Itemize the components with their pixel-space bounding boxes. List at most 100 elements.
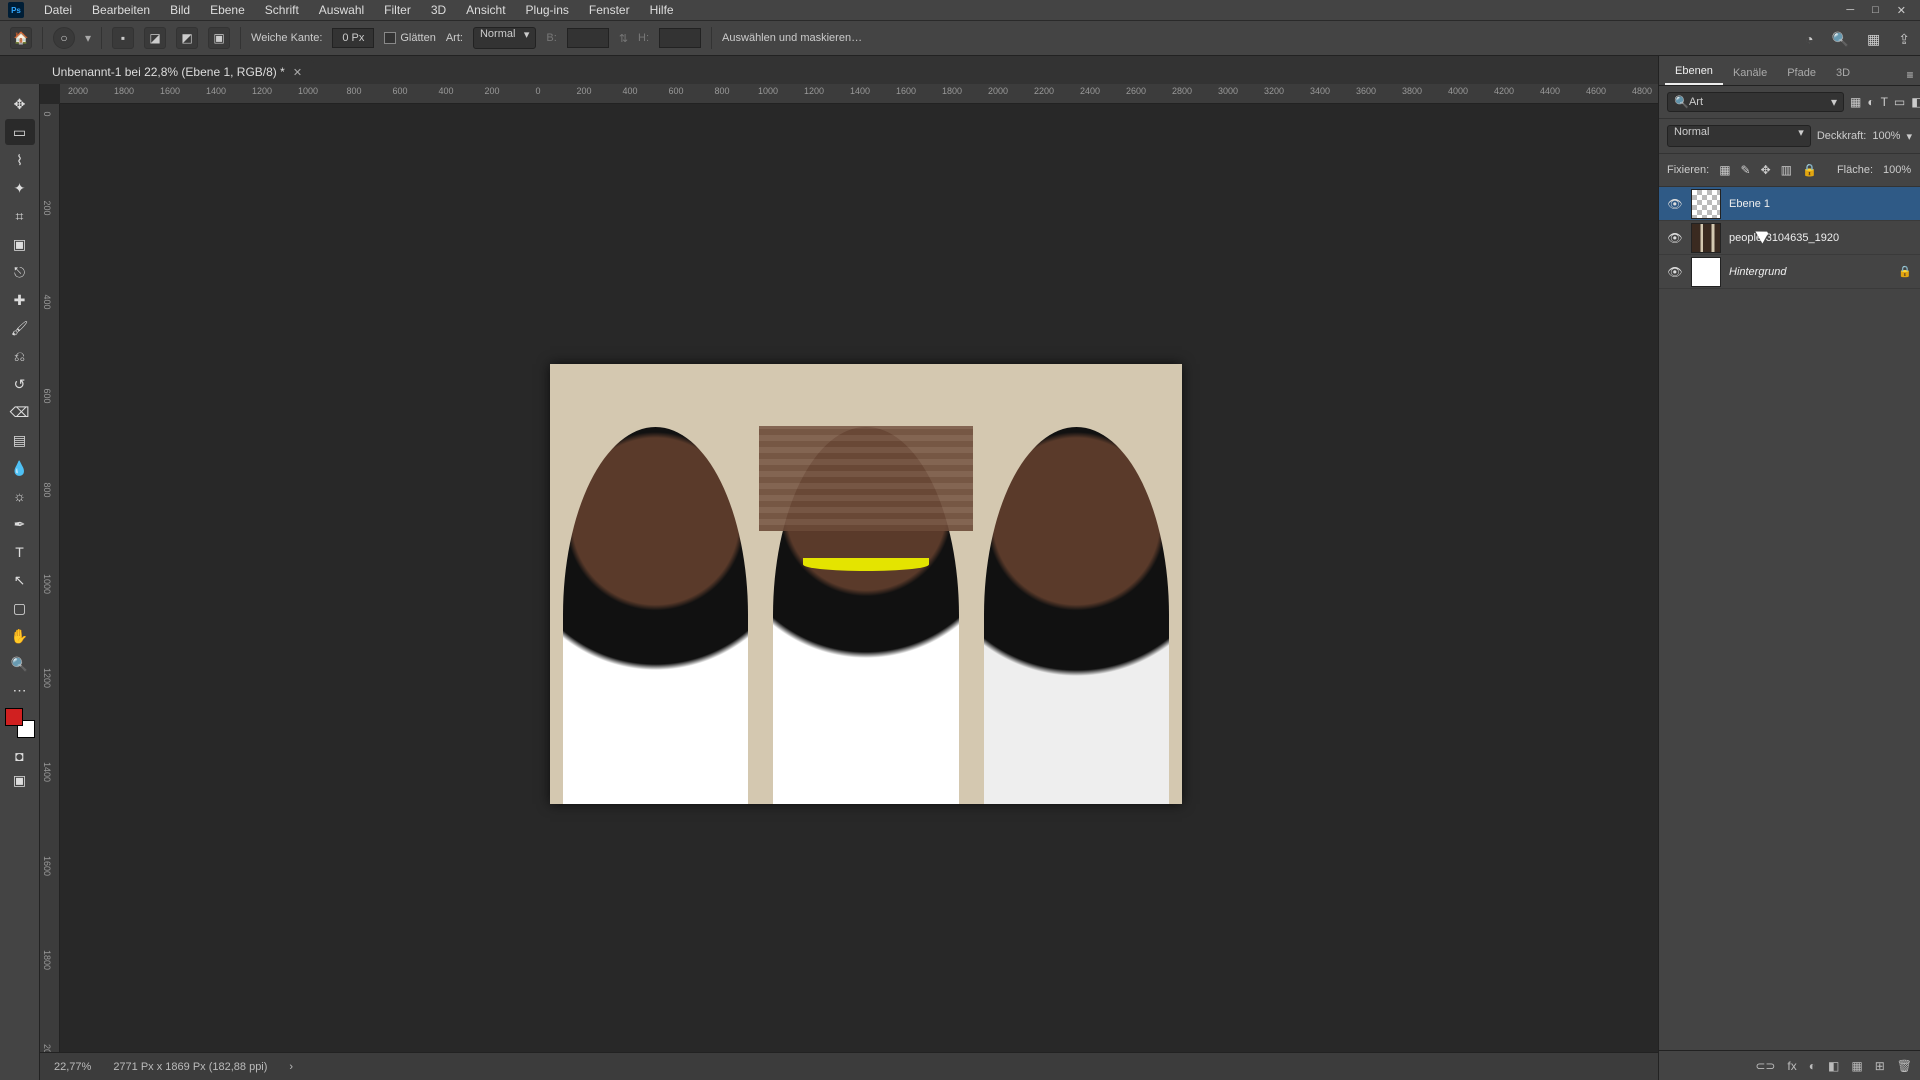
blend-mode-select[interactable]: Normal▾ bbox=[1667, 125, 1811, 147]
tab-pfade[interactable]: Pfade bbox=[1777, 61, 1826, 85]
hand-tool[interactable]: ✋ bbox=[5, 623, 35, 649]
add-selection-button[interactable]: ◪ bbox=[144, 27, 166, 49]
feather-input[interactable] bbox=[332, 28, 374, 48]
status-caret-icon[interactable]: › bbox=[289, 1061, 293, 1073]
select-and-mask-link[interactable]: Auswählen und maskieren… bbox=[722, 32, 862, 44]
lasso-tool[interactable]: ⌇ bbox=[5, 147, 35, 173]
menu-ebene[interactable]: Ebene bbox=[200, 3, 255, 17]
antialias-option[interactable]: Glätten bbox=[384, 32, 435, 44]
history-brush-tool[interactable]: ↺ bbox=[5, 371, 35, 397]
document-tab[interactable]: Unbenannt-1 bei 22,8% (Ebene 1, RGB/8) *… bbox=[40, 60, 314, 84]
panel-menu-icon[interactable]: ≡ bbox=[1900, 65, 1920, 85]
filter-smart-icon[interactable]: ◧ bbox=[1911, 92, 1920, 112]
menu-fenster[interactable]: Fenster bbox=[579, 3, 640, 17]
foreground-background-swatch[interactable] bbox=[5, 708, 35, 738]
filter-adjust-icon[interactable]: ◐ bbox=[1867, 92, 1874, 112]
cloud-docs-icon[interactable]: ◔ bbox=[1805, 31, 1813, 47]
opacity-value[interactable]: 100% bbox=[1872, 130, 1900, 142]
frame-tool[interactable]: ▣ bbox=[5, 231, 35, 257]
layer-filter-input[interactable] bbox=[1689, 96, 1831, 108]
menu-filter[interactable]: Filter bbox=[374, 3, 421, 17]
menu-hilfe[interactable]: Hilfe bbox=[640, 3, 684, 17]
layer-type-filter[interactable]: 🔍 ▾ bbox=[1667, 92, 1844, 112]
rectangle-tool[interactable]: ▢ bbox=[5, 595, 35, 621]
brush-tool[interactable]: 🖌 bbox=[5, 315, 35, 341]
chevron-down-icon[interactable]: ▾ bbox=[1906, 130, 1912, 143]
menu-schrift[interactable]: Schrift bbox=[255, 3, 309, 17]
new-selection-button[interactable]: ▪ bbox=[112, 27, 134, 49]
lock-all-icon[interactable]: 🔒 bbox=[1802, 160, 1817, 180]
visibility-toggle-icon[interactable]: 👁 bbox=[1667, 230, 1683, 246]
quick-select-tool[interactable]: ✦ bbox=[5, 175, 35, 201]
menu-auswahl[interactable]: Auswahl bbox=[309, 3, 374, 17]
layer-thumbnail[interactable] bbox=[1691, 189, 1721, 219]
fx-icon[interactable]: fx bbox=[1787, 1059, 1796, 1073]
gradient-tool[interactable]: ▤ bbox=[5, 427, 35, 453]
menu-datei[interactable]: Datei bbox=[34, 3, 82, 17]
dodge-tool[interactable]: ☼ bbox=[5, 483, 35, 509]
doc-info-readout[interactable]: 2771 Px x 1869 Px (182,88 ppi) bbox=[113, 1061, 267, 1073]
visibility-toggle-icon[interactable]: 👁 bbox=[1667, 196, 1683, 212]
close-tab-icon[interactable]: ✕ bbox=[293, 66, 302, 79]
eraser-tool[interactable]: ⌫ bbox=[5, 399, 35, 425]
layer-row[interactable]: 👁 people-3104635_1920 bbox=[1659, 221, 1920, 255]
filter-pixel-icon[interactable]: ▦ bbox=[1850, 92, 1861, 112]
subtract-selection-button[interactable]: ◩ bbox=[176, 27, 198, 49]
pen-tool[interactable]: ✒ bbox=[5, 511, 35, 537]
link-layers-icon[interactable]: ⊂⊃ bbox=[1755, 1059, 1775, 1073]
menu-bild[interactable]: Bild bbox=[160, 3, 200, 17]
layer-name[interactable]: Hintergrund bbox=[1729, 266, 1890, 278]
menu-3d[interactable]: 3D bbox=[421, 3, 456, 17]
zoom-readout[interactable]: 22,77% bbox=[54, 1061, 91, 1073]
move-tool[interactable]: ✥ bbox=[5, 91, 35, 117]
zoom-tool[interactable]: 🔍 bbox=[5, 651, 35, 677]
menu-bearbeiten[interactable]: Bearbeiten bbox=[82, 3, 160, 17]
minimize-button[interactable]: ─ bbox=[1846, 4, 1854, 16]
menu-ansicht[interactable]: Ansicht bbox=[456, 3, 515, 17]
close-button[interactable]: ✕ bbox=[1897, 4, 1906, 17]
clone-stamp-tool[interactable]: ⎌ bbox=[5, 343, 35, 369]
layer-name[interactable]: people-3104635_1920 bbox=[1729, 232, 1912, 244]
tab-kanaele[interactable]: Kanäle bbox=[1723, 61, 1777, 85]
layer-thumbnail[interactable] bbox=[1691, 223, 1721, 253]
mask-icon[interactable]: ◐ bbox=[1809, 1059, 1816, 1073]
layer-row[interactable]: 👁 Ebene 1 bbox=[1659, 187, 1920, 221]
share-icon[interactable]: ⇪ bbox=[1898, 31, 1910, 48]
current-tool-icon[interactable]: ○ bbox=[53, 27, 75, 49]
lock-pixels-icon[interactable]: ✎ bbox=[1741, 160, 1751, 180]
canvas-document[interactable] bbox=[550, 364, 1182, 804]
eyedropper-tool[interactable]: ⎋ bbox=[5, 259, 35, 285]
visibility-toggle-icon[interactable]: 👁 bbox=[1667, 264, 1683, 280]
layer-row[interactable]: 👁Hintergrund🔒 bbox=[1659, 255, 1920, 289]
group-icon[interactable]: ▦ bbox=[1851, 1059, 1862, 1073]
trash-icon[interactable]: 🗑 bbox=[1897, 1059, 1912, 1073]
healing-brush-tool[interactable]: ✚ bbox=[5, 287, 35, 313]
layer-name[interactable]: Ebene 1 bbox=[1729, 198, 1912, 210]
type-tool[interactable]: T bbox=[5, 539, 35, 565]
new-layer-icon[interactable]: ⊞ bbox=[1875, 1059, 1885, 1073]
menu-plugins[interactable]: Plug-ins bbox=[516, 3, 579, 17]
quick-mask-icon[interactable]: ◘ bbox=[5, 745, 35, 767]
maximize-button[interactable]: □ bbox=[1872, 4, 1879, 16]
chevron-down-icon[interactable]: ▾ bbox=[85, 31, 91, 45]
lock-transparent-icon[interactable]: ▦ bbox=[1719, 160, 1730, 180]
edit-toolbar-icon[interactable]: ⋯ bbox=[5, 679, 35, 701]
layer-thumbnail[interactable] bbox=[1691, 257, 1721, 287]
tab-ebenen[interactable]: Ebenen bbox=[1665, 59, 1723, 85]
home-button[interactable]: 🏠 bbox=[10, 27, 32, 49]
crop-tool[interactable]: ⌗ bbox=[5, 203, 35, 229]
screen-mode-icon[interactable]: ▣ bbox=[5, 769, 35, 791]
adjustment-icon[interactable]: ◧ bbox=[1828, 1059, 1839, 1073]
chevron-down-icon[interactable]: ▾ bbox=[1831, 95, 1837, 109]
path-select-tool[interactable]: ↖ bbox=[5, 567, 35, 593]
blur-tool[interactable]: 💧 bbox=[5, 455, 35, 481]
search-icon[interactable]: 🔍 bbox=[1832, 31, 1849, 48]
intersect-selection-button[interactable]: ▣ bbox=[208, 27, 230, 49]
canvas-background[interactable] bbox=[60, 104, 1704, 1052]
workspace-icon[interactable]: ▦ bbox=[1867, 31, 1880, 48]
fill-value[interactable]: 100% bbox=[1883, 164, 1911, 176]
filter-type-icon[interactable]: T bbox=[1881, 92, 1888, 112]
lock-nesting-icon[interactable]: ▥ bbox=[1781, 160, 1792, 180]
marquee-rect-tool[interactable]: ▭ bbox=[5, 119, 35, 145]
foreground-color[interactable] bbox=[5, 708, 23, 726]
